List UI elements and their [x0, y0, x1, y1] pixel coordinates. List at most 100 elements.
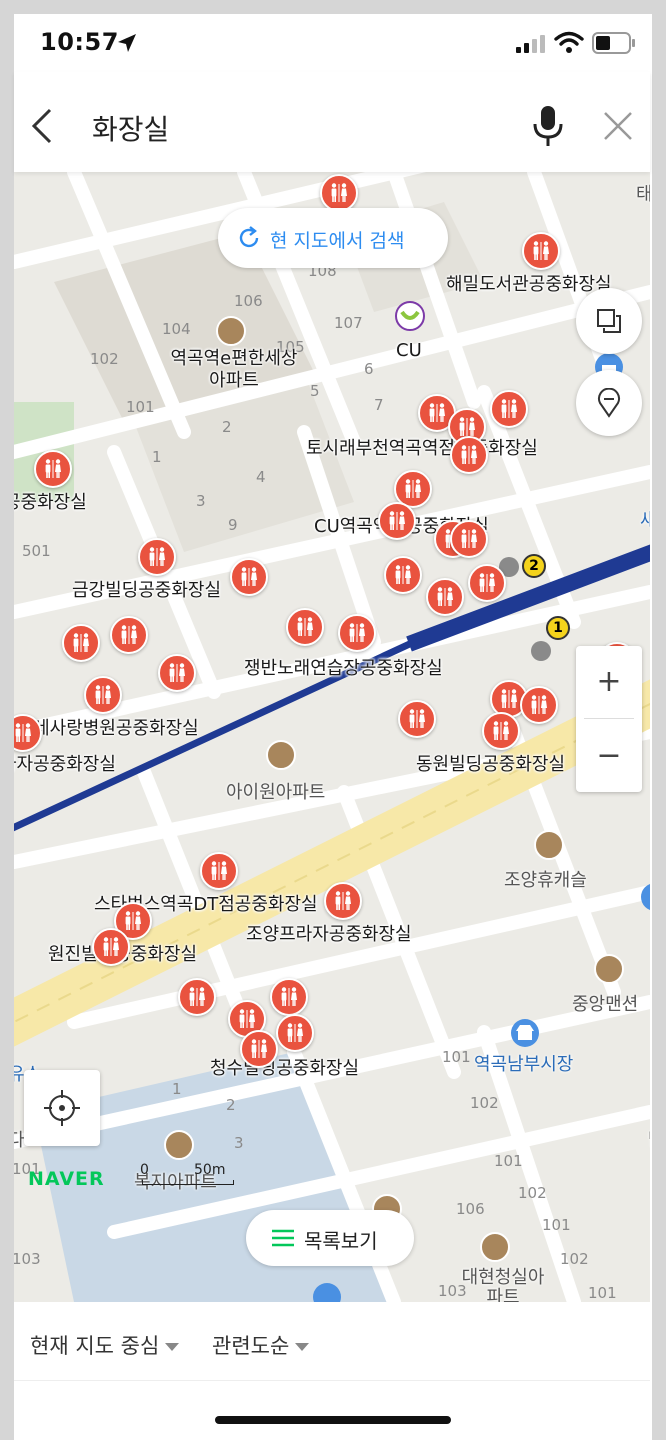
toilet-icon	[389, 511, 405, 530]
place-label[interactable]: 라자공중화장실	[14, 750, 116, 776]
building-number: 1	[152, 448, 162, 466]
toilet-icon	[189, 987, 205, 1006]
naver-logo: NAVER	[28, 1168, 105, 1190]
place-label[interactable]: 대현청실아파트	[458, 1268, 548, 1303]
toilet-pin[interactable]	[240, 1030, 278, 1068]
toilet-pin[interactable]	[84, 676, 122, 714]
apartment-icon[interactable]	[164, 1130, 194, 1160]
toilet-pin[interactable]	[110, 616, 148, 654]
toilet-pin[interactable]	[482, 712, 520, 750]
location-filter[interactable]: 현재 지도 중심	[30, 1330, 180, 1360]
toilet-icon	[429, 403, 445, 422]
toilet-icon	[125, 911, 141, 930]
toilet-icon	[95, 685, 111, 704]
apartment-icon[interactable]	[266, 740, 296, 770]
place-label[interactable]: 토시래부천역곡역점공중화장실	[306, 434, 538, 460]
toilet-pin[interactable]	[398, 700, 436, 738]
toilet-pin[interactable]	[230, 558, 268, 596]
place-label[interactable]: 동원빌딩공중화장실	[416, 750, 565, 776]
place-label[interactable]: 해밀도서관공중화장실	[446, 270, 612, 296]
location-filter-label: 현재 지도 중심	[30, 1334, 160, 1358]
bath-icon[interactable]	[640, 882, 650, 912]
toilet-pin[interactable]	[520, 686, 558, 724]
subway-exit-marker[interactable]: 2	[522, 554, 546, 578]
place-label[interactable]: 공중화장실	[14, 488, 87, 514]
place-label[interactable]: 조양휴캐슬	[504, 866, 587, 892]
list-view-button[interactable]: 목록보기	[246, 1210, 414, 1266]
convenience-store-icon[interactable]	[394, 300, 426, 332]
search-query[interactable]: 화장실	[92, 108, 169, 148]
toilet-pin[interactable]	[450, 436, 488, 474]
building-number: 2	[226, 1096, 236, 1114]
zoom-control: + −	[576, 646, 642, 792]
place-label[interactable]: 아이원아파트	[226, 778, 325, 804]
place-label[interactable]: 역곡남부시장	[474, 1050, 573, 1076]
building-number: 2	[222, 418, 232, 436]
toilet-pin[interactable]	[158, 654, 196, 692]
toilet-icon	[15, 723, 31, 742]
apartment-icon[interactable]	[594, 954, 624, 984]
place-label[interactable]: CU	[396, 340, 422, 361]
frame-right	[652, 0, 666, 1440]
toilet-icon	[501, 689, 517, 708]
building-number: 102	[470, 1094, 499, 1112]
place-label[interactable]: 금강빌딩공중화장실	[72, 576, 221, 602]
toilet-pin[interactable]	[324, 882, 362, 920]
toilet-icon	[241, 567, 257, 586]
sort-filter-label: 관련도순	[212, 1334, 290, 1358]
toilet-icon	[461, 445, 477, 464]
public-office-icon[interactable]	[312, 1282, 342, 1302]
apartment-icon[interactable]	[480, 1232, 510, 1262]
place-label[interactable]: 중앙맨션	[572, 990, 638, 1016]
toilet-pin[interactable]	[62, 624, 100, 662]
toilet-pin[interactable]	[34, 450, 72, 488]
map-pin-icon	[598, 388, 620, 418]
subway-exit-marker[interactable]: 1	[546, 616, 570, 640]
toilet-pin[interactable]	[320, 174, 358, 212]
toilet-pin[interactable]	[378, 502, 416, 540]
place-pin-button[interactable]	[576, 370, 642, 436]
chevron-down-icon	[165, 1343, 180, 1351]
toilet-pin[interactable]	[178, 978, 216, 1016]
toilet-icon	[405, 479, 421, 498]
place-label[interactable]: 조양프라자공중화장실	[246, 920, 412, 946]
toilet-icon	[297, 617, 313, 636]
toilet-pin[interactable]	[384, 556, 422, 594]
location-arrow-icon	[118, 34, 136, 52]
building-number: 101	[588, 1284, 617, 1302]
toilet-icon	[533, 241, 549, 260]
zoom-out-button[interactable]: −	[576, 720, 642, 792]
back-icon[interactable]	[30, 108, 56, 144]
edge-label: 다	[14, 1130, 25, 1151]
toilet-pin[interactable]	[138, 538, 176, 576]
apartment-icon[interactable]	[216, 316, 246, 346]
subway-exit-icon	[531, 641, 551, 661]
toilet-pin[interactable]	[92, 928, 130, 966]
current-location-button[interactable]	[24, 1070, 100, 1146]
place-label[interactable]: 쟁반노래연습장공중화장실	[244, 654, 443, 680]
place-label[interactable]: 청수빌딩공중화장실	[210, 1054, 359, 1080]
toilet-pin[interactable]	[522, 232, 560, 270]
toilet-pin[interactable]	[200, 852, 238, 890]
research-button[interactable]: 현 지도에서 검색	[218, 208, 448, 268]
toilet-pin[interactable]	[450, 520, 488, 558]
toilet-pin[interactable]	[338, 614, 376, 652]
toilet-pin[interactable]	[490, 390, 528, 428]
apartment-icon[interactable]	[534, 830, 564, 860]
market-icon[interactable]	[510, 1018, 540, 1048]
building-number: 501	[22, 542, 51, 560]
microphone-icon[interactable]	[530, 104, 566, 148]
place-label[interactable]: 역곡역e편한세상아파트	[164, 348, 304, 392]
scale-bar	[142, 1180, 234, 1185]
sort-filter[interactable]: 관련도순	[212, 1330, 310, 1360]
toilet-pin[interactable]	[426, 578, 464, 616]
toilet-icon	[211, 861, 227, 880]
map-view[interactable]: 108 106 104 107 105 102 6 5 101 7 2 1 4 …	[14, 172, 650, 1302]
toilet-pin[interactable]	[286, 608, 324, 646]
toilet-pin[interactable]	[270, 978, 308, 1016]
toilet-pin[interactable]	[468, 564, 506, 602]
zoom-in-button[interactable]: +	[576, 646, 642, 718]
clear-icon[interactable]	[602, 110, 634, 142]
toilet-pin[interactable]	[276, 1014, 314, 1052]
layers-button[interactable]	[576, 288, 642, 354]
